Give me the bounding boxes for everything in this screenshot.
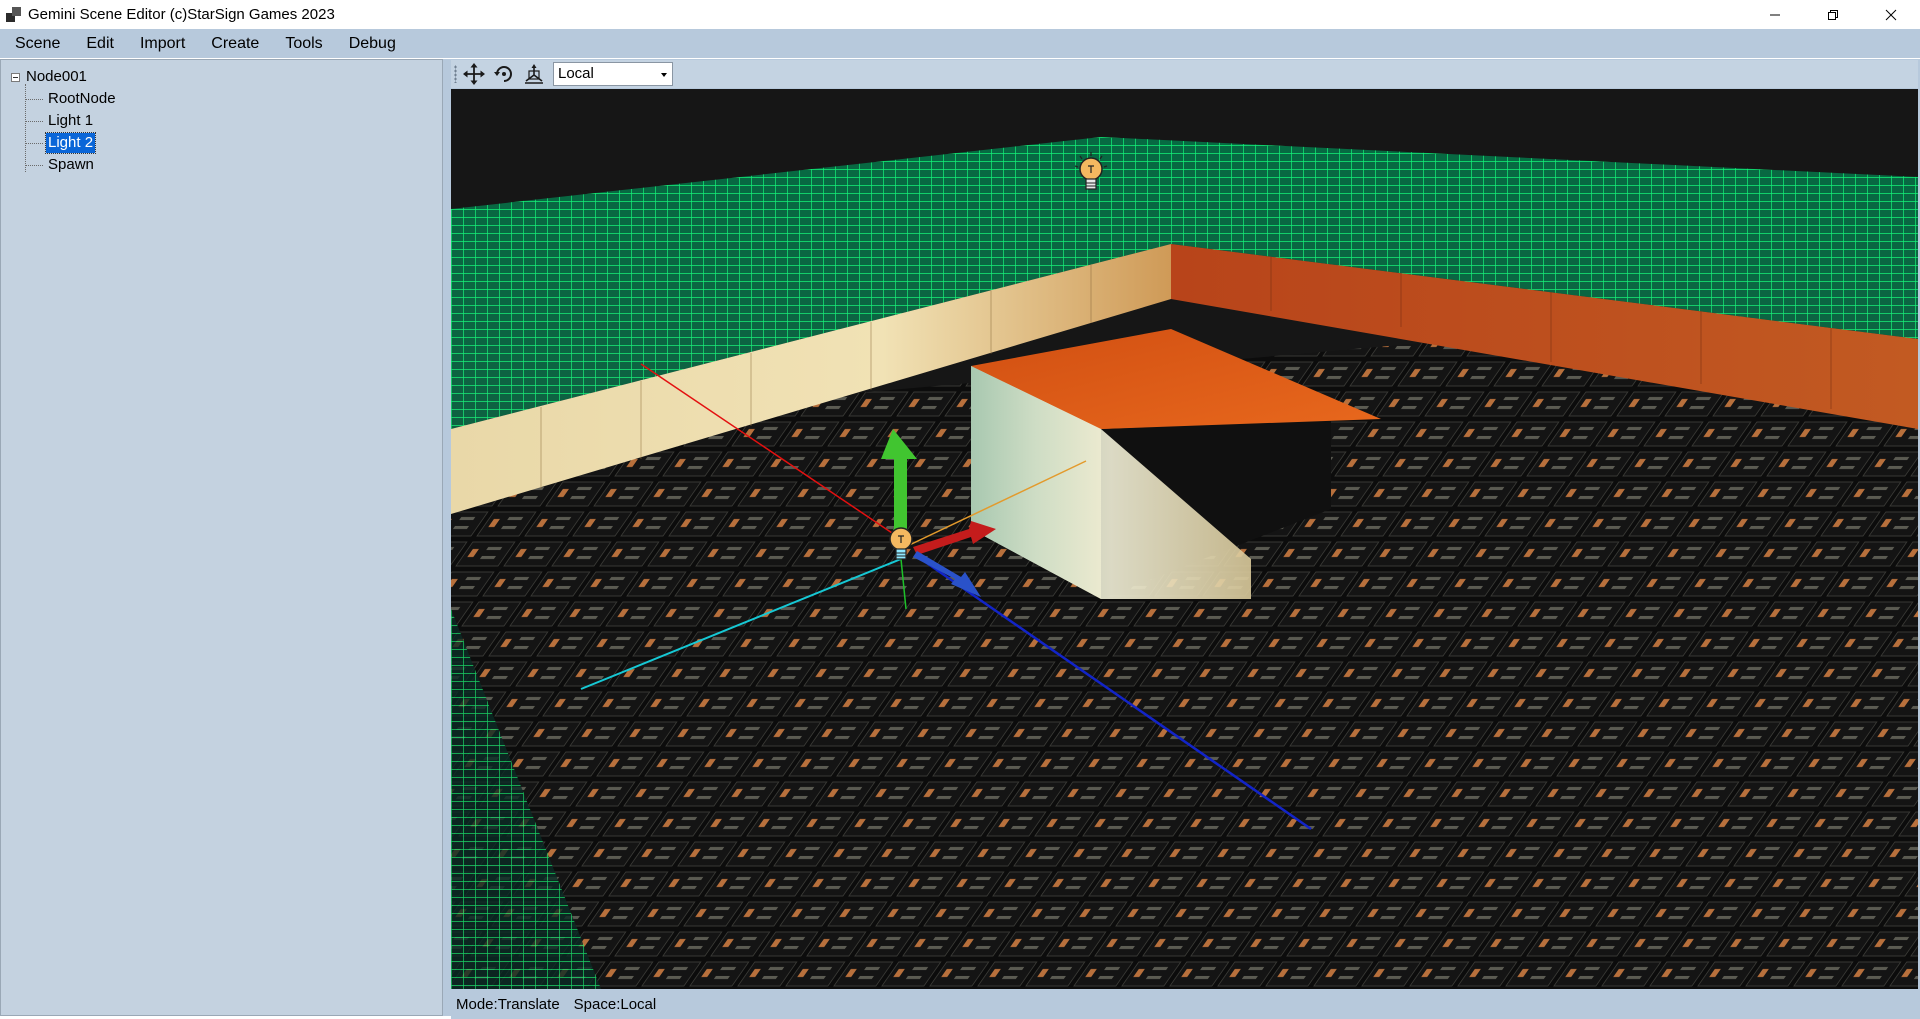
scene-tree-panel: Node001 RootNode Light 1 Light 2 Spawn: [0, 59, 443, 1016]
close-icon: [1885, 9, 1897, 20]
menu-scene[interactable]: Scene: [0, 29, 71, 58]
menu-create[interactable]: Create: [196, 29, 270, 58]
tree-children: RootNode Light 1 Light 2 Spawn: [25, 84, 118, 176]
translate-tool-button[interactable]: [461, 61, 487, 87]
rotate-tool-button[interactable]: [491, 61, 517, 87]
chevron-down-icon: [661, 73, 667, 77]
translate-tool-icon: [463, 63, 485, 85]
status-space: Space:Local: [573, 996, 657, 1013]
minimize-button[interactable]: [1746, 0, 1804, 29]
minimize-icon: [1770, 14, 1780, 15]
menu-edit[interactable]: Edit: [71, 29, 125, 58]
rotate-tool-icon: [494, 66, 512, 82]
close-button[interactable]: [1862, 0, 1920, 29]
space-dropdown[interactable]: Local: [553, 62, 673, 86]
collapse-icon[interactable]: [11, 72, 20, 82]
title-bar: Gemini Scene Editor (c)StarSign Games 20…: [0, 0, 1920, 29]
space-dropdown-value: Local: [558, 65, 594, 82]
status-bar: Mode:Translate Space:Local: [451, 990, 1920, 1019]
scene-render: [451, 89, 1918, 989]
tree-node-light-1[interactable]: Light 1: [25, 110, 118, 132]
scale-tool-button[interactable]: [521, 61, 547, 87]
tree-node-label: RootNode: [48, 90, 116, 107]
status-mode: Mode:Translate: [456, 996, 560, 1013]
restore-button[interactable]: [1804, 0, 1862, 29]
viewport-toolbar: Local: [451, 60, 1918, 88]
menu-bar: Scene Edit Import Create Tools Debug: [0, 29, 1920, 58]
scene-tree: Node001 RootNode Light 1 Light 2 Spawn: [11, 66, 118, 176]
app-icon: [6, 6, 22, 23]
tree-node-label: Spawn: [48, 156, 94, 173]
menu-import[interactable]: Import: [125, 29, 196, 58]
tree-node-rootnode[interactable]: RootNode: [25, 88, 118, 110]
tree-node-label: Light 2: [44, 132, 97, 154]
3d-viewport[interactable]: [451, 89, 1918, 989]
menu-debug[interactable]: Debug: [334, 29, 407, 58]
menu-tools[interactable]: Tools: [270, 29, 333, 58]
viewport-container: Local Mode:Translate Space:Local: [451, 59, 1920, 1019]
tree-node-label: Light 1: [48, 112, 94, 129]
tree-node-spawn[interactable]: Spawn: [25, 154, 118, 176]
tree-node-light-2[interactable]: Light 2: [25, 132, 118, 154]
window-controls: [1746, 0, 1920, 29]
tree-node-root[interactable]: Node001: [11, 66, 118, 88]
tree-root-label: Node001: [26, 68, 87, 85]
toolbar-grip[interactable]: [454, 65, 457, 83]
panel-splitter[interactable]: [443, 59, 451, 1016]
scale-tool-icon: [525, 64, 543, 84]
window-title: Gemini Scene Editor (c)StarSign Games 20…: [28, 6, 335, 23]
restore-icon: [1828, 9, 1838, 20]
